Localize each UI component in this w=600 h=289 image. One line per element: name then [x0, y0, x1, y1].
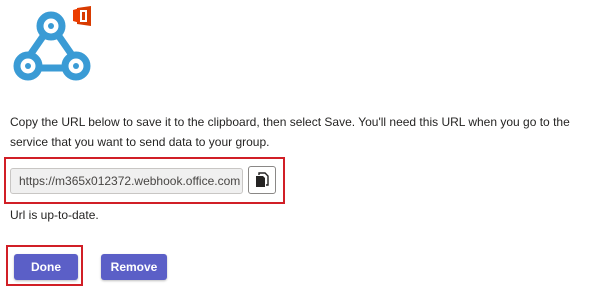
webhook-url-field[interactable]: https://m365x012372.webhook.office.com [10, 168, 243, 194]
remove-button[interactable]: Remove [101, 254, 167, 280]
copy-icon [256, 172, 269, 187]
webhook-logo [10, 6, 96, 84]
done-button[interactable]: Done [14, 254, 78, 280]
instructions-text: Copy the URL below to save it to the cli… [10, 115, 570, 149]
url-status-text: Url is up-to-date. [10, 208, 99, 222]
copy-url-button[interactable] [248, 166, 276, 194]
office-logo-icon [73, 6, 91, 26]
webhook-icon [13, 6, 91, 81]
